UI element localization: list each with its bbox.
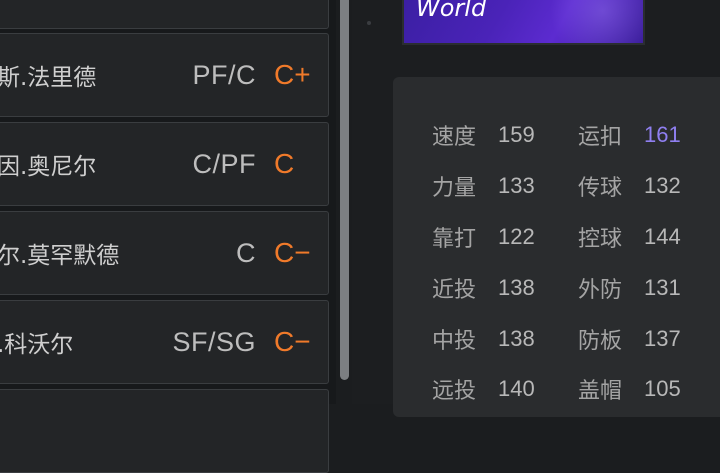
stat-speed: 速度 159 bbox=[432, 120, 535, 150]
player-row[interactable] bbox=[0, 0, 329, 29]
player-row[interactable] bbox=[0, 389, 329, 473]
team-banner: World bbox=[402, 0, 645, 45]
stat-perimeter-defense: 外防 131 bbox=[578, 273, 681, 303]
stat-label: 外防 bbox=[578, 278, 623, 303]
stat-value: 133 bbox=[498, 173, 535, 198]
player-name: 斯.法里德 bbox=[0, 65, 97, 91]
stat-label: 防板 bbox=[578, 329, 623, 354]
stat-value: 159 bbox=[498, 122, 535, 147]
scrollbar-thumb[interactable] bbox=[340, 0, 349, 380]
player-grade: C− bbox=[274, 237, 311, 268]
player-grade: C bbox=[274, 148, 295, 179]
stat-ball-handle: 控球 144 bbox=[578, 222, 681, 252]
stat-dunk: 运扣 161 bbox=[578, 120, 681, 150]
stats-card: 速度 159 力量 133 靠打 122 近投 138 中投 138 远投 14… bbox=[393, 77, 720, 417]
stat-close-shot: 近投 138 bbox=[432, 273, 535, 303]
stat-value: 140 bbox=[498, 376, 535, 401]
stat-value-highlight: 161 bbox=[644, 122, 681, 147]
stat-post: 靠打 122 bbox=[432, 222, 535, 252]
divider-dot bbox=[367, 21, 371, 25]
stat-value: 105 bbox=[644, 376, 681, 401]
stat-value: 122 bbox=[498, 224, 535, 249]
stat-value: 137 bbox=[644, 326, 681, 351]
player-name: .科沃尔 bbox=[0, 332, 74, 358]
player-row[interactable]: .科沃尔 SF/SG C− bbox=[0, 300, 329, 384]
stat-mid-range: 中投 138 bbox=[432, 324, 535, 354]
stat-value: 138 bbox=[498, 326, 535, 351]
player-grade: C+ bbox=[274, 59, 311, 90]
player-list: 斯.法里德 PF/C C+ 因.奥尼尔 C/PF C 尔.莫罕默德 C C− .… bbox=[0, 0, 336, 473]
player-name: 因.奥尼尔 bbox=[0, 154, 97, 180]
stat-passing: 传球 132 bbox=[578, 171, 681, 201]
stat-label: 传球 bbox=[578, 176, 623, 201]
stat-label: 近投 bbox=[432, 278, 477, 303]
stat-three-point: 远投 140 bbox=[432, 374, 535, 404]
player-position: C bbox=[236, 237, 256, 268]
player-row[interactable]: 因.奥尼尔 C/PF C bbox=[0, 122, 329, 206]
stat-label: 远投 bbox=[432, 379, 477, 404]
player-name: 尔.莫罕默德 bbox=[0, 243, 120, 269]
stat-label: 盖帽 bbox=[578, 379, 623, 404]
stat-label: 中投 bbox=[432, 329, 477, 354]
player-position: C/PF bbox=[192, 148, 256, 179]
stat-value: 144 bbox=[644, 224, 681, 249]
stat-label: 速度 bbox=[432, 125, 477, 150]
player-grade: C− bbox=[274, 326, 311, 357]
stat-label: 靠打 bbox=[432, 227, 477, 252]
stat-value: 131 bbox=[644, 275, 681, 300]
player-row[interactable]: 斯.法里德 PF/C C+ bbox=[0, 33, 329, 117]
banner-glow bbox=[543, 0, 643, 43]
stat-label: 控球 bbox=[578, 227, 623, 252]
stat-strength: 力量 133 bbox=[432, 171, 535, 201]
banner-title: World bbox=[416, 0, 487, 22]
player-position: SF/SG bbox=[172, 326, 256, 357]
stat-defensive-rebound: 防板 137 bbox=[578, 324, 681, 354]
player-position: PF/C bbox=[192, 59, 256, 90]
player-row[interactable]: 尔.莫罕默德 C C− bbox=[0, 211, 329, 295]
stat-block: 盖帽 105 bbox=[578, 374, 681, 404]
stat-label: 运扣 bbox=[578, 125, 623, 150]
stat-value: 138 bbox=[498, 275, 535, 300]
stat-value: 132 bbox=[644, 173, 681, 198]
stat-label: 力量 bbox=[432, 176, 477, 201]
